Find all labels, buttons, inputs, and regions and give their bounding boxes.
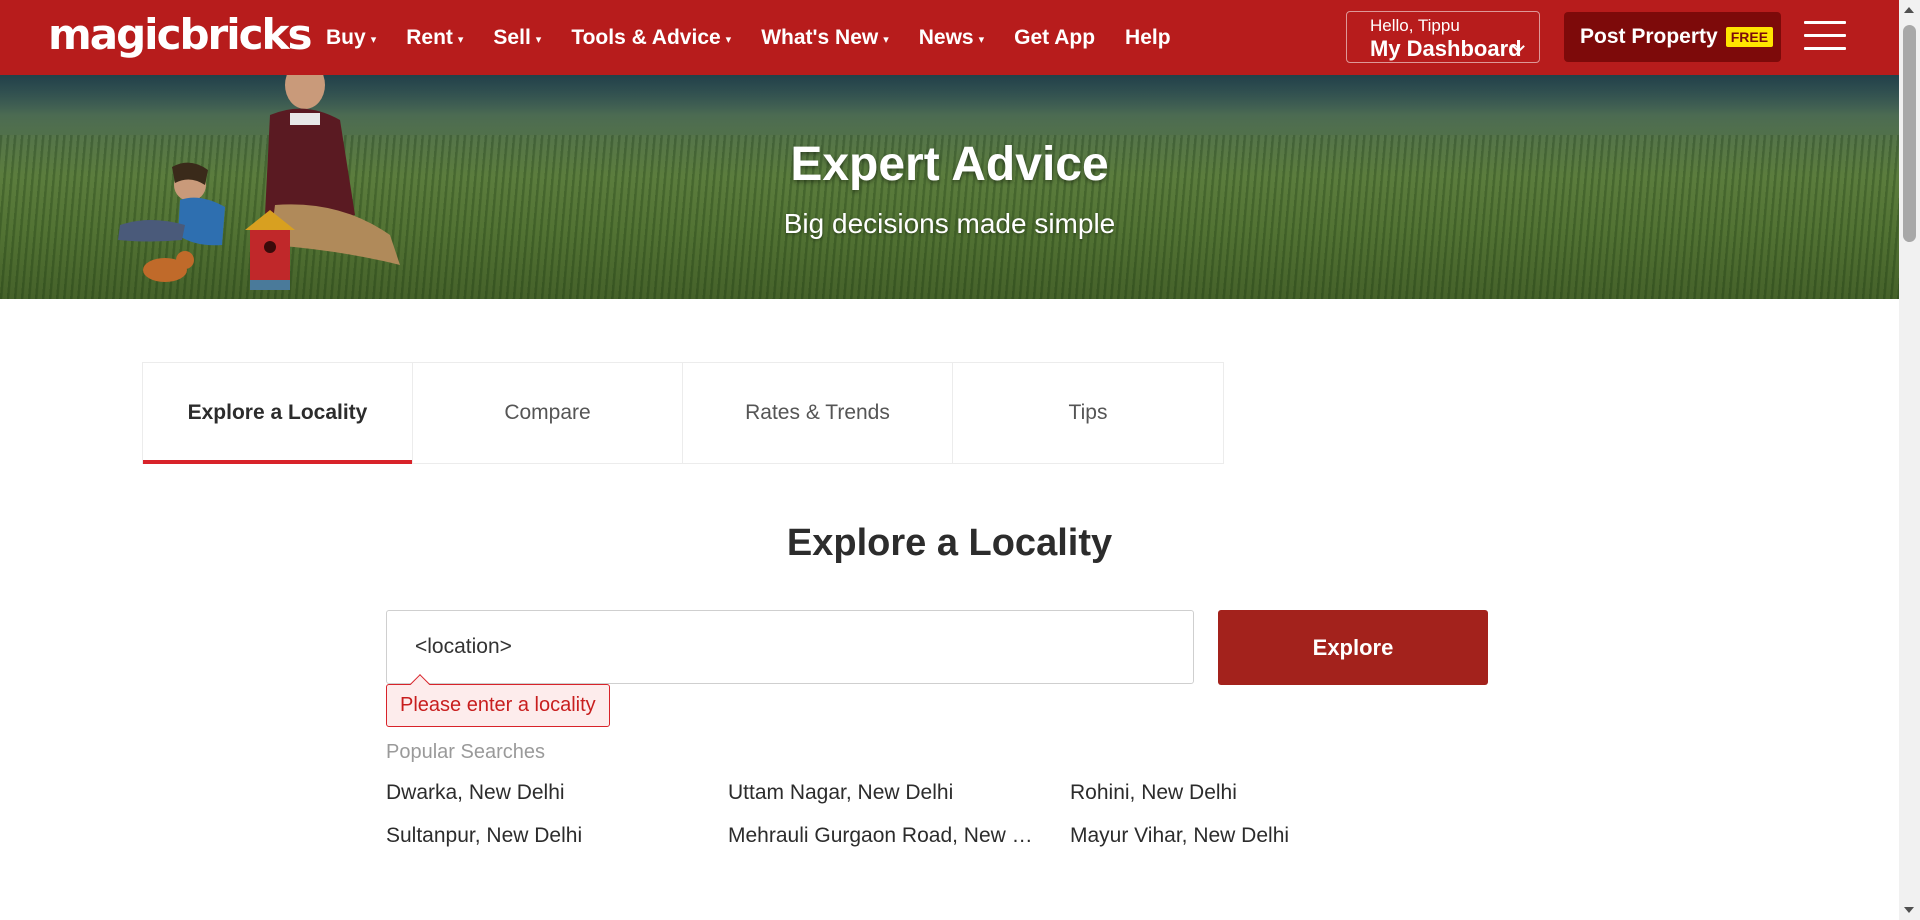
tab-tips[interactable]: Tips	[953, 363, 1223, 463]
hamburger-menu-icon[interactable]	[1804, 21, 1846, 53]
advice-tabs: Explore a Locality Compare Rates & Trend…	[142, 362, 1224, 464]
caret-down-icon: ▾	[978, 33, 985, 46]
nav-sell[interactable]: Sell ▾	[493, 26, 541, 50]
popular-search-link[interactable]: Uttam Nagar, New Delhi	[728, 782, 1046, 804]
popular-search-link[interactable]: Rohini, New Delhi	[1070, 782, 1388, 804]
nav-buy-label: Buy	[326, 25, 366, 49]
tab-compare[interactable]: Compare	[413, 363, 683, 463]
popular-search-link[interactable]: Mayur Vihar, New Delhi	[1070, 825, 1388, 847]
post-property-button[interactable]: Post Property FREE	[1564, 12, 1781, 62]
caret-down-icon: ▾	[725, 33, 732, 46]
nav-whats-new[interactable]: What's New ▾	[761, 26, 889, 50]
scroll-up-arrow-icon[interactable]	[1904, 7, 1914, 13]
tab-rates-trends[interactable]: Rates & Trends	[683, 363, 953, 463]
tab-explore-locality[interactable]: Explore a Locality	[143, 363, 413, 464]
caret-down-icon: ▾	[457, 33, 464, 46]
caret-down-icon: ▾	[535, 33, 542, 46]
locality-error-tooltip: Please enter a locality	[386, 684, 610, 727]
caret-down-icon: ▾	[370, 33, 377, 46]
scroll-down-arrow-icon[interactable]	[1904, 907, 1914, 913]
hero-banner: Expert Advice Big decisions made simple	[0, 75, 1899, 299]
nav-tools-advice[interactable]: Tools & Advice ▾	[571, 26, 731, 50]
magicbricks-logo[interactable]: magicbricks	[48, 10, 312, 60]
nav-rent-label: Rent	[406, 25, 453, 49]
popular-searches-label: Popular Searches	[386, 741, 545, 763]
nav-get-app-label: Get App	[1014, 25, 1096, 49]
free-badge: FREE	[1725, 27, 1774, 47]
page-scrollbar[interactable]	[1899, 0, 1920, 920]
greeting-text: Hello, Tippu	[1370, 16, 1460, 35]
nav-news-label: News	[918, 25, 974, 49]
nav-help-label: Help	[1125, 25, 1171, 49]
section-title: Explore a Locality	[786, 522, 1113, 564]
locality-search-input[interactable]	[386, 610, 1194, 684]
scrollbar-thumb[interactable]	[1903, 25, 1916, 242]
hero-title: Expert Advice	[790, 138, 1109, 191]
popular-searches-list: Dwarka, New Delhi Uttam Nagar, New Delhi…	[386, 782, 1486, 847]
nav-buy[interactable]: Buy ▾	[326, 26, 376, 50]
nav-get-app[interactable]: Get App	[1014, 26, 1095, 50]
nav-tools-advice-label: Tools & Advice	[571, 25, 721, 49]
nav-rent[interactable]: Rent ▾	[406, 26, 463, 50]
popular-search-link[interactable]: Mehrauli Gurgaon Road, New Delhi	[728, 825, 1046, 847]
nav-sell-label: Sell	[493, 25, 531, 49]
popular-search-link[interactable]: Dwarka, New Delhi	[386, 782, 704, 804]
popular-search-link[interactable]: Sultanpur, New Delhi	[386, 825, 704, 847]
hero-subtitle: Big decisions made simple	[783, 208, 1116, 239]
top-header: magicbricks Buy ▾ Rent ▾ Sell ▾ Tools & Adv…	[0, 0, 1899, 75]
nav-help[interactable]: Help	[1125, 26, 1171, 50]
nav-whats-new-label: What's New	[761, 25, 879, 49]
my-dashboard-button[interactable]: Hello, Tippu My Dashboard	[1346, 11, 1540, 63]
nav-news[interactable]: News ▾	[919, 26, 984, 50]
main-nav: Buy ▾ Rent ▾ Sell ▾ Tools & Advice ▾ What's …	[326, 0, 1201, 75]
post-property-label: Post Property	[1580, 25, 1718, 48]
explore-button[interactable]: Explore	[1218, 610, 1488, 685]
caret-down-icon: ▾	[883, 33, 889, 46]
